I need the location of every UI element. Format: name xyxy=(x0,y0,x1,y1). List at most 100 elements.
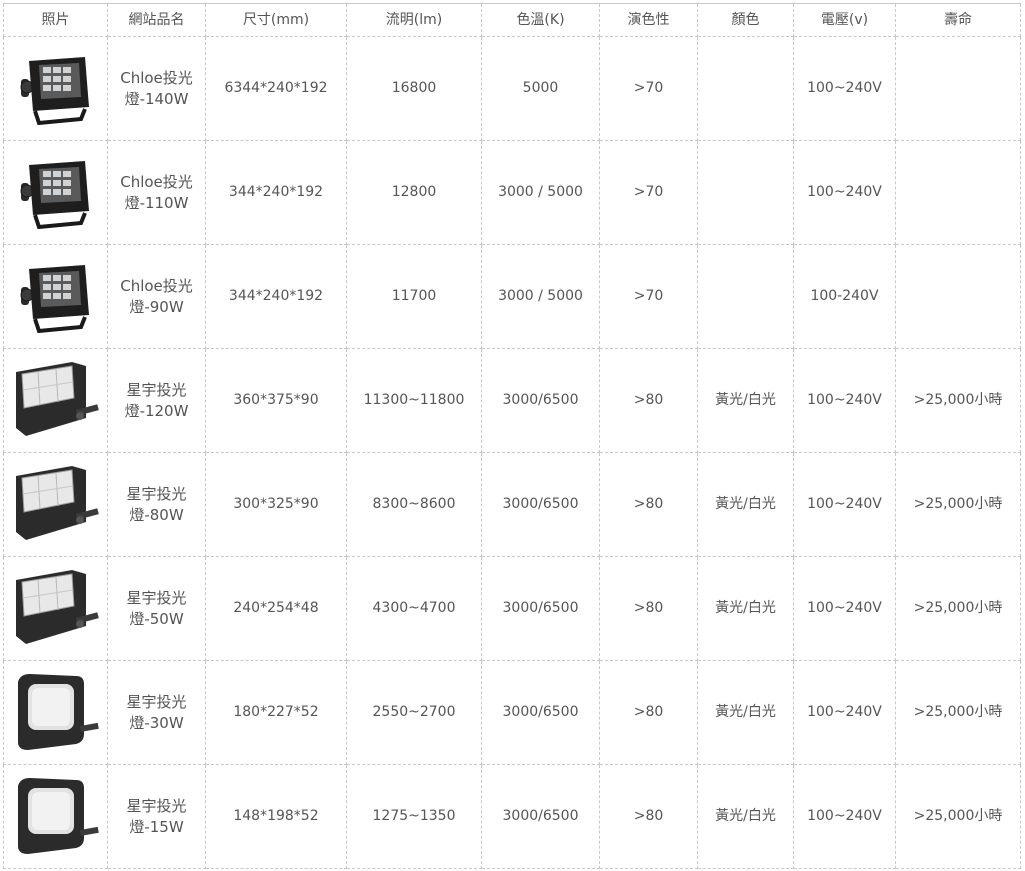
chloe-floodlight-icon xyxy=(4,153,107,233)
product-photo-cell xyxy=(3,244,108,349)
cri-cell: >70 xyxy=(599,140,698,245)
name-l1: 星宇投光 xyxy=(126,796,187,815)
header-row: 照片 網站品名 尺寸(mm) 流明(lm) 色溫(K) 演色性 顏色 電壓(v)… xyxy=(3,3,1021,37)
name-l1: 星宇投光 xyxy=(126,484,187,503)
product-name[interactable]: 星宇投光燈-50W xyxy=(107,556,206,661)
size-cell: 300*325*90 xyxy=(205,452,347,557)
lumen-cell: 11300~11800 xyxy=(346,348,482,453)
voltage-cell: 100~240V xyxy=(793,660,896,765)
header-lifetime: 壽命 xyxy=(895,3,1021,37)
chloe-floodlight-icon xyxy=(4,49,107,129)
cri-cell: >70 xyxy=(599,244,698,349)
color-temp-cell: 3000 / 5000 xyxy=(481,140,600,245)
color-temp-cell: 3000/6500 xyxy=(481,348,600,453)
header-photo: 照片 xyxy=(3,3,108,37)
name-l2: 燈-30W xyxy=(129,713,184,732)
color-temp-cell: 3000 / 5000 xyxy=(481,244,600,349)
color-cell: 黃光/白光 xyxy=(697,452,794,557)
lifetime-cell: >25,000小時 xyxy=(895,348,1021,453)
cri-cell: >80 xyxy=(599,452,698,557)
product-name[interactable]: 星宇投光燈-120W xyxy=(107,348,206,453)
lifetime-cell xyxy=(895,244,1021,349)
product-name[interactable]: 星宇投光 燈-15W xyxy=(107,764,206,869)
table-row: 星宇投光燈-80W 300*325*90 8300~8600 3000/6500… xyxy=(3,452,1021,557)
color-cell xyxy=(697,140,794,245)
size-cell: 180*227*52 xyxy=(205,660,347,765)
name-l1: 星宇投光 xyxy=(126,692,187,711)
header-color-temp: 色溫(K) xyxy=(481,3,600,37)
voltage-cell: 100~240V xyxy=(793,764,896,869)
lifetime-cell xyxy=(895,36,1021,141)
small-floodlight-icon xyxy=(4,774,107,860)
name-l2: 燈-50W xyxy=(129,609,184,628)
header-size: 尺寸(mm) xyxy=(205,3,347,37)
star-floodlight-icon xyxy=(4,566,107,652)
cri-cell: >80 xyxy=(599,764,698,869)
table-row: 星宇投光 燈-30W 180*227*52 2550~2700 3000/6500… xyxy=(3,660,1021,765)
table-row: 星宇投光燈-50W 240*254*48 4300~4700 3000/6500… xyxy=(3,556,1021,661)
lumen-cell: 16800 xyxy=(346,36,482,141)
header-lumen: 流明(lm) xyxy=(346,3,482,37)
table-row: Chloe投光 燈-90W 344*240*192 11700 3000 / 50… xyxy=(3,244,1021,349)
lumen-cell: 1275~1350 xyxy=(346,764,482,869)
product-photo-cell xyxy=(3,556,108,661)
lumen-cell: 4300~4700 xyxy=(346,556,482,661)
table-row: 星宇投光燈-120W 360*375*90 11300~11800 3000/6… xyxy=(3,348,1021,453)
lumen-cell: 12800 xyxy=(346,140,482,245)
voltage-cell: 100~240V xyxy=(793,556,896,661)
color-temp-cell: 5000 xyxy=(481,36,600,141)
name-l2: 燈-80W xyxy=(129,505,184,524)
name-l1: Chloe投光 xyxy=(120,68,193,87)
size-cell: 344*240*192 xyxy=(205,244,347,349)
color-temp-cell: 3000/6500 xyxy=(481,556,600,661)
lifetime-cell xyxy=(895,140,1021,245)
lifetime-cell: >25,000小時 xyxy=(895,764,1021,869)
cri-cell: >80 xyxy=(599,348,698,453)
color-temp-cell: 3000/6500 xyxy=(481,764,600,869)
lifetime-cell: >25,000小時 xyxy=(895,452,1021,557)
header-cri: 演色性 xyxy=(599,3,698,37)
color-cell: 黃光/白光 xyxy=(697,556,794,661)
header-color: 顏色 xyxy=(697,3,794,37)
name-l1: 星宇投光 xyxy=(126,380,187,399)
name-l2: 燈-120W xyxy=(124,401,189,420)
color-cell: 黃光/白光 xyxy=(697,764,794,869)
header-voltage: 電壓(v) xyxy=(793,3,896,37)
color-cell: 黃光/白光 xyxy=(697,660,794,765)
size-cell: 360*375*90 xyxy=(205,348,347,453)
lumen-cell: 8300~8600 xyxy=(346,452,482,557)
chloe-floodlight-icon xyxy=(4,257,107,337)
lifetime-cell: >25,000小時 xyxy=(895,556,1021,661)
voltage-cell: 100~240V xyxy=(793,348,896,453)
header-product-name: 網站品名 xyxy=(107,3,206,37)
product-photo-cell xyxy=(3,140,108,245)
lumen-cell: 11700 xyxy=(346,244,482,349)
product-photo-cell xyxy=(3,348,108,453)
name-l2: 燈-90W xyxy=(129,297,184,316)
product-name[interactable]: Chloe投光 燈-110W xyxy=(107,140,206,245)
table-row: 星宇投光 燈-15W 148*198*52 1275~1350 3000/6500… xyxy=(3,764,1021,869)
product-photo-cell xyxy=(3,36,108,141)
color-temp-cell: 3000/6500 xyxy=(481,452,600,557)
product-name[interactable]: 星宇投光燈-30W xyxy=(107,660,206,765)
table-row: Chloe投光 燈-140W 6344*240*192 16800 5000 >7… xyxy=(3,36,1021,141)
color-cell xyxy=(697,36,794,141)
table-row: Chloe投光 燈-110W 344*240*192 12800 3000 / 5… xyxy=(3,140,1021,245)
size-cell: 6344*240*192 xyxy=(205,36,347,141)
star-floodlight-icon xyxy=(4,462,107,548)
product-name[interactable]: 星宇投光燈-80W xyxy=(107,452,206,557)
product-photo-cell xyxy=(3,764,108,869)
product-name[interactable]: Chloe投光 燈-140W xyxy=(107,36,206,141)
color-cell: 黃光/白光 xyxy=(697,348,794,453)
product-name[interactable]: Chloe投光 燈-90W xyxy=(107,244,206,349)
voltage-cell: 100-240V xyxy=(793,244,896,349)
color-cell xyxy=(697,244,794,349)
name-l1: 星宇投光 xyxy=(126,588,187,607)
name-l1: Chloe投光 xyxy=(120,172,193,191)
name-l2: 燈-110W xyxy=(124,193,189,212)
small-floodlight-icon xyxy=(4,670,107,756)
size-cell: 344*240*192 xyxy=(205,140,347,245)
lumen-cell: 2550~2700 xyxy=(346,660,482,765)
cri-cell: >80 xyxy=(599,660,698,765)
size-cell: 240*254*48 xyxy=(205,556,347,661)
